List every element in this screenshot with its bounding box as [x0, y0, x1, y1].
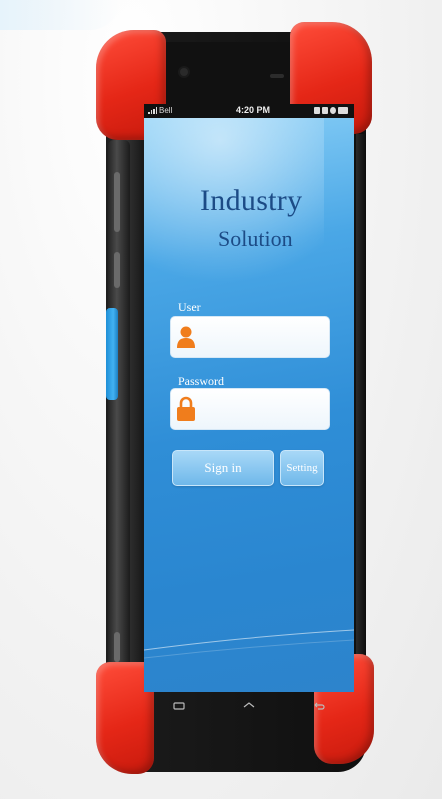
front-camera-icon	[180, 68, 188, 76]
setting-button[interactable]: Setting	[280, 450, 324, 486]
status-icons	[314, 107, 348, 114]
rugged-phone-device: Bell 4:20 PM Industry Solution User Pass…	[94, 22, 376, 774]
vibrate-icon	[322, 107, 328, 114]
scan-trigger-key[interactable]	[106, 308, 118, 400]
device-right-edge	[356, 134, 366, 654]
wave-decoration	[144, 629, 354, 659]
home-icon[interactable]	[243, 701, 255, 714]
wifi-icon	[330, 107, 336, 114]
volume-rocker	[114, 172, 120, 232]
carrier-indicator: Bell	[148, 106, 172, 115]
status-bar: Bell 4:20 PM	[144, 104, 354, 118]
battery-icon	[338, 107, 348, 114]
status-time: 4:20 PM	[236, 105, 271, 115]
recent-apps-icon[interactable]	[173, 701, 185, 714]
navigation-bar	[144, 692, 354, 722]
carrier-name: Bell	[159, 106, 173, 115]
password-field[interactable]	[170, 388, 330, 431]
sim-icon	[314, 107, 320, 114]
person-icon	[175, 323, 197, 351]
padlock-icon	[175, 395, 197, 423]
password-label: Password	[178, 374, 225, 388]
earpiece-speaker	[270, 74, 284, 78]
user-field[interactable]	[170, 316, 330, 359]
sign-in-button[interactable]: Sign in	[172, 450, 274, 486]
password-input[interactable]	[201, 389, 325, 431]
signal-icon	[148, 107, 157, 114]
user-label: User	[178, 300, 201, 314]
device-screen: Bell 4:20 PM Industry Solution User Pass…	[144, 104, 354, 692]
io-port	[114, 632, 120, 662]
side-slot	[114, 252, 120, 288]
user-input[interactable]	[201, 317, 325, 359]
app-title-line2: Solution	[218, 226, 293, 251]
app-title-line1: Industry	[200, 184, 303, 217]
back-icon[interactable]	[313, 701, 325, 714]
